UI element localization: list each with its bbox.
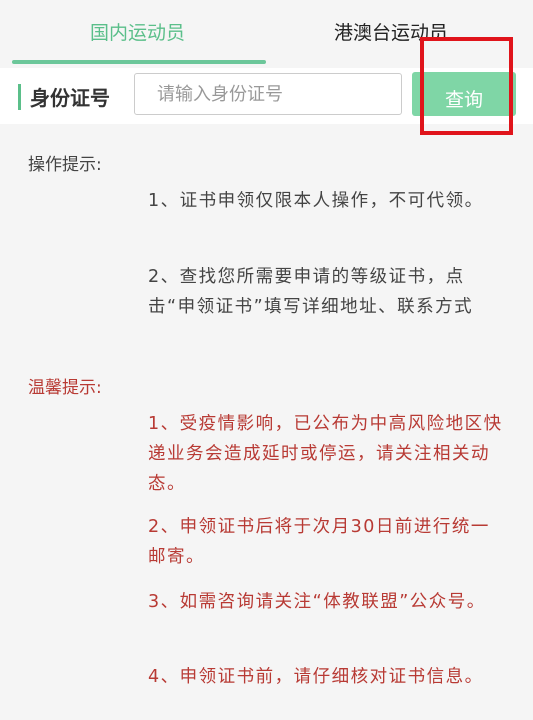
warm-tip-item: 1、受疫情影响，已公布为中高风险地区快递业务会造成延时或停运，请关注相关动态。 xyxy=(148,414,503,494)
warm-tip-item: 2、申领证书后将于次月30日前进行统一邮寄。 xyxy=(148,517,490,567)
tab-bar: 国内运动员 港澳台运动员 xyxy=(0,0,533,64)
query-button[interactable]: 查询 xyxy=(412,72,516,116)
id-number-label: 身份证号 xyxy=(30,86,110,110)
label-accent-bar xyxy=(18,84,21,110)
id-search-row: 身份证号 查询 xyxy=(0,68,533,124)
operation-tip-item: 2、查找您所需要申请的等级证书，点击“申领证书”填写详细地址、联系方式 xyxy=(148,267,474,317)
tab-domestic-athletes[interactable]: 国内运动员 xyxy=(90,18,185,45)
id-number-input[interactable] xyxy=(134,73,402,115)
warm-tip-item: 4、申领证书前，请仔细核对证书信息。 xyxy=(148,667,484,687)
operation-tips-title: 操作提示: xyxy=(28,155,102,175)
operation-tip-item: 1、证书申领仅限本人操作，不可代领。 xyxy=(148,191,484,211)
active-tab-indicator xyxy=(12,60,266,64)
warm-tips-title: 温馨提示: xyxy=(28,378,102,398)
warm-tip-item: 3、如需咨询请关注“体教联盟”公众号。 xyxy=(148,592,486,612)
tab-hk-macao-taiwan-athletes[interactable]: 港澳台运动员 xyxy=(334,18,448,45)
